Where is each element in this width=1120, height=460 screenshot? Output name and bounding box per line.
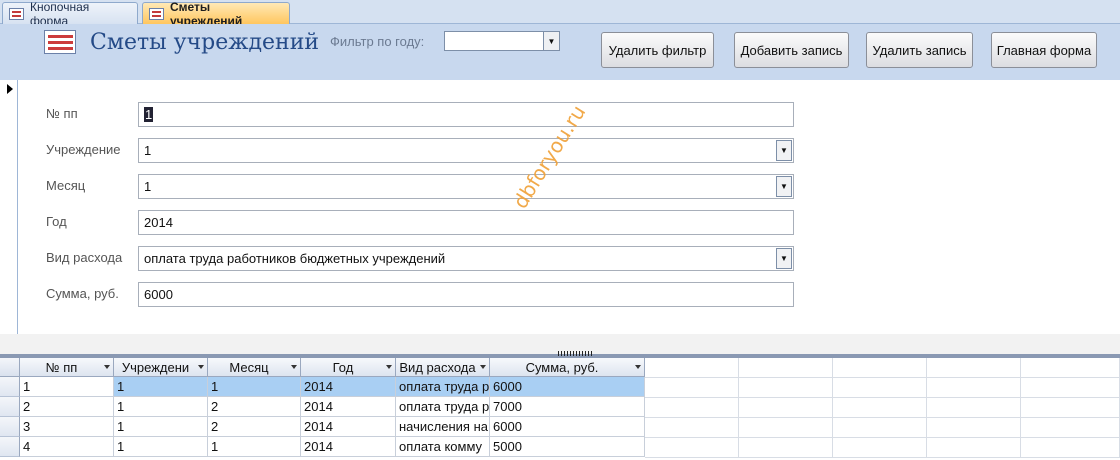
amount-label: Сумма, руб.: [46, 286, 119, 301]
row-selector[interactable]: [0, 417, 20, 437]
main-form-button[interactable]: Главная форма: [991, 32, 1097, 68]
cell-month[interactable]: 1: [208, 437, 301, 457]
expense-type-label: Вид расхода: [46, 250, 123, 265]
cell-year[interactable]: 2014: [301, 377, 396, 397]
cell-month[interactable]: 2: [208, 397, 301, 417]
cell-expense-type[interactable]: начисления на: [396, 417, 490, 437]
month-combobox[interactable]: 1 ▼: [138, 174, 794, 199]
chevron-down-icon[interactable]: ▼: [776, 176, 792, 197]
cell-npp[interactable]: 2: [20, 397, 114, 417]
cell-year[interactable]: 2014: [301, 397, 396, 417]
document-tab-strip: Кнопочная форма Сметы учреждений: [0, 0, 1120, 28]
column-header-expense-type[interactable]: Вид расхода: [396, 358, 490, 377]
npp-field[interactable]: 1: [138, 102, 794, 127]
cell-npp[interactable]: 4: [20, 437, 114, 457]
delete-record-button[interactable]: Удалить запись: [866, 32, 973, 68]
cell-npp[interactable]: 3: [20, 417, 114, 437]
cell-institution[interactable]: 1: [114, 397, 208, 417]
cell-amount[interactable]: 6000: [490, 417, 645, 437]
filter-label: Фильтр по году:: [330, 34, 425, 49]
expense-type-value: оплата труда работников бюджетных учрежд…: [144, 251, 446, 266]
column-header-year[interactable]: Год: [301, 358, 396, 377]
column-header-amount[interactable]: Сумма, руб.: [490, 358, 645, 377]
institution-combobox[interactable]: 1 ▼: [138, 138, 794, 163]
cell-month[interactable]: 1: [208, 377, 301, 397]
cell-institution[interactable]: 1: [114, 417, 208, 437]
sort-dropdown-icon[interactable]: [480, 365, 486, 369]
institution-label: Учреждение: [46, 142, 121, 157]
chevron-down-icon[interactable]: ▼: [776, 140, 792, 161]
remove-filter-button[interactable]: Удалить фильтр: [601, 32, 714, 68]
chevron-down-icon[interactable]: ▼: [776, 248, 792, 269]
form-icon: [149, 7, 164, 20]
sort-dropdown-icon[interactable]: [104, 365, 110, 369]
month-value: 1: [144, 179, 152, 194]
sort-dropdown-icon[interactable]: [635, 365, 641, 369]
sort-dropdown-icon[interactable]: [198, 365, 204, 369]
cell-expense-type[interactable]: оплата труда р: [396, 377, 490, 397]
form-header: Сметы учреждений Фильтр по году: ▼ Удали…: [0, 24, 1120, 80]
cell-amount[interactable]: 5000: [490, 437, 645, 457]
year-value: 2014: [144, 215, 173, 230]
row-selector[interactable]: [0, 377, 20, 397]
cell-expense-type[interactable]: оплата комму: [396, 437, 490, 457]
amount-field[interactable]: 6000: [138, 282, 794, 307]
npp-label: № пп: [46, 106, 78, 121]
month-label: Месяц: [46, 178, 86, 193]
page-title: Сметы учреждений: [90, 30, 320, 55]
cell-institution[interactable]: 1: [114, 377, 208, 397]
current-record-arrow-icon: [7, 84, 13, 94]
cell-expense-type[interactable]: оплата труда р: [396, 397, 490, 417]
add-record-button[interactable]: Добавить запись: [734, 32, 849, 68]
chevron-down-icon[interactable]: ▼: [543, 32, 559, 50]
column-header-month[interactable]: Месяц: [208, 358, 301, 377]
tab-institution-estimates[interactable]: Сметы учреждений: [142, 0, 290, 28]
form-logo-icon: [44, 30, 76, 54]
splitter-grip-icon[interactable]: [558, 351, 594, 356]
cell-amount[interactable]: 6000: [490, 377, 645, 397]
institution-value: 1: [144, 143, 152, 158]
column-header-npp[interactable]: № пп: [20, 358, 114, 377]
form-icon: [9, 7, 24, 20]
amount-value: 6000: [144, 287, 173, 302]
cell-npp[interactable]: 1: [20, 377, 114, 397]
row-selector[interactable]: [0, 437, 20, 457]
npp-value: 1: [144, 107, 154, 122]
year-field[interactable]: 2014: [138, 210, 794, 235]
select-all-corner[interactable]: [0, 358, 20, 377]
expense-type-combobox[interactable]: оплата труда работников бюджетных учрежд…: [138, 246, 794, 271]
cell-year[interactable]: 2014: [301, 417, 396, 437]
cell-month[interactable]: 2: [208, 417, 301, 437]
record-selector[interactable]: [0, 80, 18, 334]
tab-switchboard-form[interactable]: Кнопочная форма: [2, 0, 138, 28]
column-header-institution[interactable]: Учреждени: [114, 358, 208, 377]
cell-year[interactable]: 2014: [301, 437, 396, 457]
year-filter-combobox[interactable]: ▼: [444, 31, 560, 51]
cell-institution[interactable]: 1: [114, 437, 208, 457]
cell-amount[interactable]: 7000: [490, 397, 645, 417]
sort-dropdown-icon[interactable]: [386, 365, 392, 369]
row-selector[interactable]: [0, 397, 20, 417]
datasheet: № пп Учреждени Месяц Год Вид расхода Сум…: [0, 358, 1120, 460]
sort-dropdown-icon[interactable]: [291, 365, 297, 369]
year-label: Год: [46, 214, 67, 229]
